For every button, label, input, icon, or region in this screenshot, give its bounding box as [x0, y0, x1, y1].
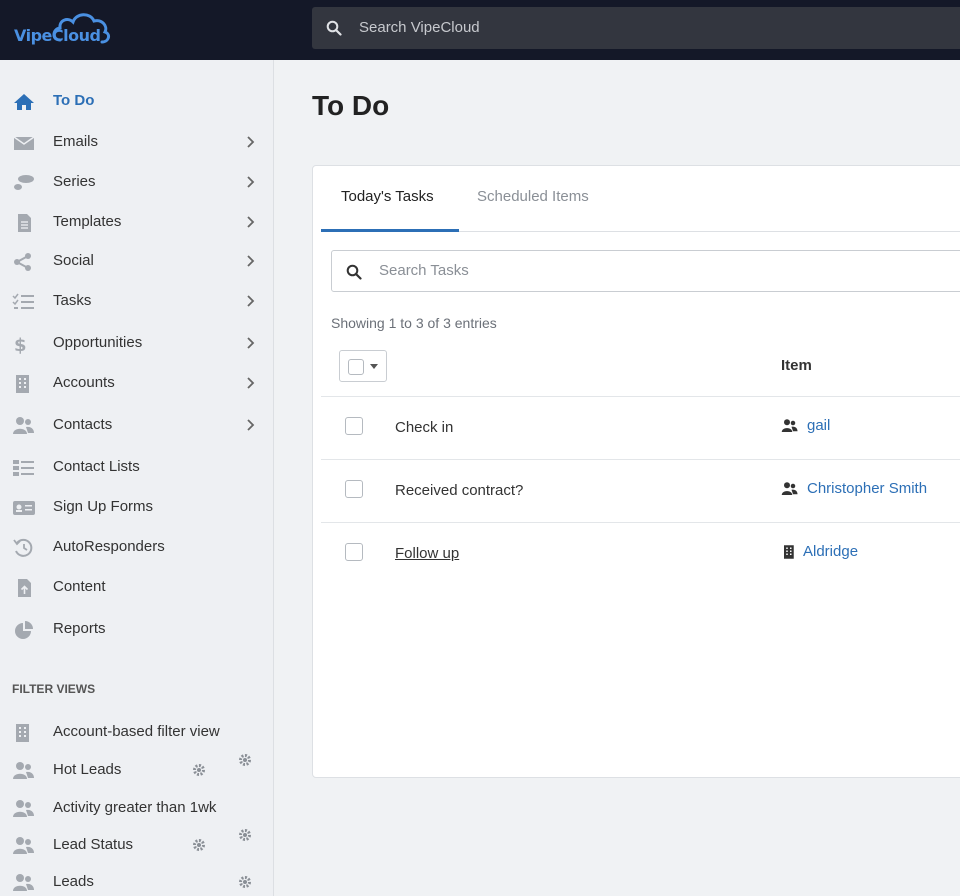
gear-icon[interactable] — [192, 838, 206, 852]
item-label: Aldridge — [803, 543, 859, 560]
building-icon — [16, 724, 29, 742]
sidebar-item-reports[interactable]: Reports — [0, 612, 274, 646]
search-icon — [326, 20, 342, 36]
envelope-icon — [13, 136, 35, 150]
sidebar-item-contact-lists[interactable]: Contact Lists — [0, 450, 274, 484]
sidebar-item-contacts[interactable]: Contacts — [0, 408, 274, 442]
chevron-right-icon — [247, 176, 255, 188]
top-bar: VipeCloud Search VipeCloud — [0, 0, 960, 60]
chevron-right-icon — [247, 136, 255, 148]
task-name-link[interactable]: Follow up — [395, 545, 459, 562]
file-upload-icon — [18, 579, 31, 597]
table-row: Follow up Aldridge — [321, 522, 960, 585]
chevron-right-icon — [247, 216, 255, 228]
users-icon — [781, 482, 798, 495]
users-icon — [13, 417, 34, 434]
row-checkbox[interactable] — [345, 543, 363, 561]
sidebar-item-templates[interactable]: Templates — [0, 205, 274, 239]
tab-todays-tasks[interactable]: Today's Tasks — [341, 188, 434, 205]
filter-view-account-based[interactable]: Account-based filter view — [0, 715, 274, 749]
sidebar-item-to-do[interactable]: To Do — [0, 84, 274, 118]
sidebar-item-series[interactable]: Series — [0, 165, 274, 199]
svg-text:$: $ — [14, 335, 27, 354]
vipecloud-logo[interactable]: VipeCloud — [14, 10, 124, 50]
bulk-select-dropdown[interactable] — [339, 350, 387, 382]
users-icon — [781, 419, 798, 432]
filter-views-heading: FILTER VIEWS — [12, 682, 96, 696]
gear-icon[interactable] — [238, 875, 252, 889]
global-search-placeholder: Search VipeCloud — [359, 19, 480, 36]
chevron-right-icon — [247, 419, 255, 431]
users-icon — [13, 800, 34, 817]
users-icon — [13, 837, 34, 854]
logo-text: VipeCloud — [14, 26, 101, 45]
document-icon — [18, 214, 31, 232]
filter-view-lead-status[interactable]: Lead Status — [0, 828, 274, 862]
tab-scheduled-items[interactable]: Scheduled Items — [477, 188, 589, 205]
id-card-icon — [13, 501, 35, 515]
pie-chart-icon — [15, 621, 33, 639]
building-icon — [784, 545, 794, 559]
users-icon — [13, 762, 34, 779]
sidebar-item-emails[interactable]: Emails — [0, 125, 274, 159]
filter-view-leads[interactable]: Leads — [0, 865, 274, 896]
sidebar: To Do Emails Series Templates Social Tas… — [0, 60, 274, 896]
tasks-card: Today's Tasks Scheduled Items Search Tas… — [312, 165, 960, 778]
sidebar-item-sign-up-forms[interactable]: Sign Up Forms — [0, 490, 274, 524]
gear-icon[interactable] — [192, 763, 206, 777]
item-label: Christopher Smith — [807, 480, 928, 497]
filter-view-hot-leads[interactable]: Hot Leads — [0, 753, 274, 787]
chevron-right-icon — [247, 255, 255, 267]
sidebar-item-tasks[interactable]: Tasks — [0, 284, 274, 318]
table-row: Check in gail — [321, 396, 960, 459]
chevron-right-icon — [247, 377, 255, 389]
sidebar-item-social[interactable]: Social — [0, 244, 274, 278]
chevron-right-icon — [247, 295, 255, 307]
gear-icon[interactable] — [238, 828, 252, 842]
entries-count: Showing 1 to 3 of 3 entries — [331, 315, 497, 331]
footsteps-icon — [14, 175, 34, 190]
share-icon — [14, 253, 31, 271]
item-label: gail — [807, 417, 831, 434]
list-icon — [13, 460, 34, 476]
row-checkbox[interactable] — [345, 417, 363, 435]
caret-down-icon — [370, 364, 378, 369]
home-icon — [14, 94, 34, 110]
history-icon — [13, 538, 33, 557]
global-search-input[interactable]: Search VipeCloud — [312, 7, 960, 49]
gear-icon[interactable] — [238, 753, 252, 767]
active-tab-indicator — [321, 229, 459, 232]
dollar-icon: $ — [14, 335, 27, 354]
row-checkbox[interactable] — [345, 480, 363, 498]
page-title: To Do — [312, 90, 390, 121]
task-search-input[interactable]: Search Tasks — [331, 250, 960, 292]
task-search-placeholder: Search Tasks — [379, 262, 469, 279]
filter-view-activity-1wk[interactable]: Activity greater than 1wk — [0, 791, 274, 825]
tab-bar: Today's Tasks Scheduled Items — [321, 166, 960, 232]
sidebar-item-opportunities[interactable]: $ Opportunities — [0, 326, 274, 360]
task-name: Check in — [395, 419, 454, 436]
chevron-right-icon — [247, 337, 255, 349]
building-icon — [16, 375, 29, 393]
search-icon — [346, 264, 362, 280]
task-name: Received contract? — [395, 482, 524, 499]
sidebar-item-content[interactable]: Content — [0, 570, 274, 604]
column-header-item[interactable]: Item — [781, 357, 812, 374]
table-row: Received contract? Christopher Smith — [321, 459, 960, 522]
select-all-checkbox[interactable] — [348, 359, 364, 375]
sidebar-item-accounts[interactable]: Accounts — [0, 366, 274, 400]
tasks-list-icon — [12, 293, 34, 309]
sidebar-item-autoresponders[interactable]: AutoResponders — [0, 530, 274, 564]
users-icon — [13, 874, 34, 891]
